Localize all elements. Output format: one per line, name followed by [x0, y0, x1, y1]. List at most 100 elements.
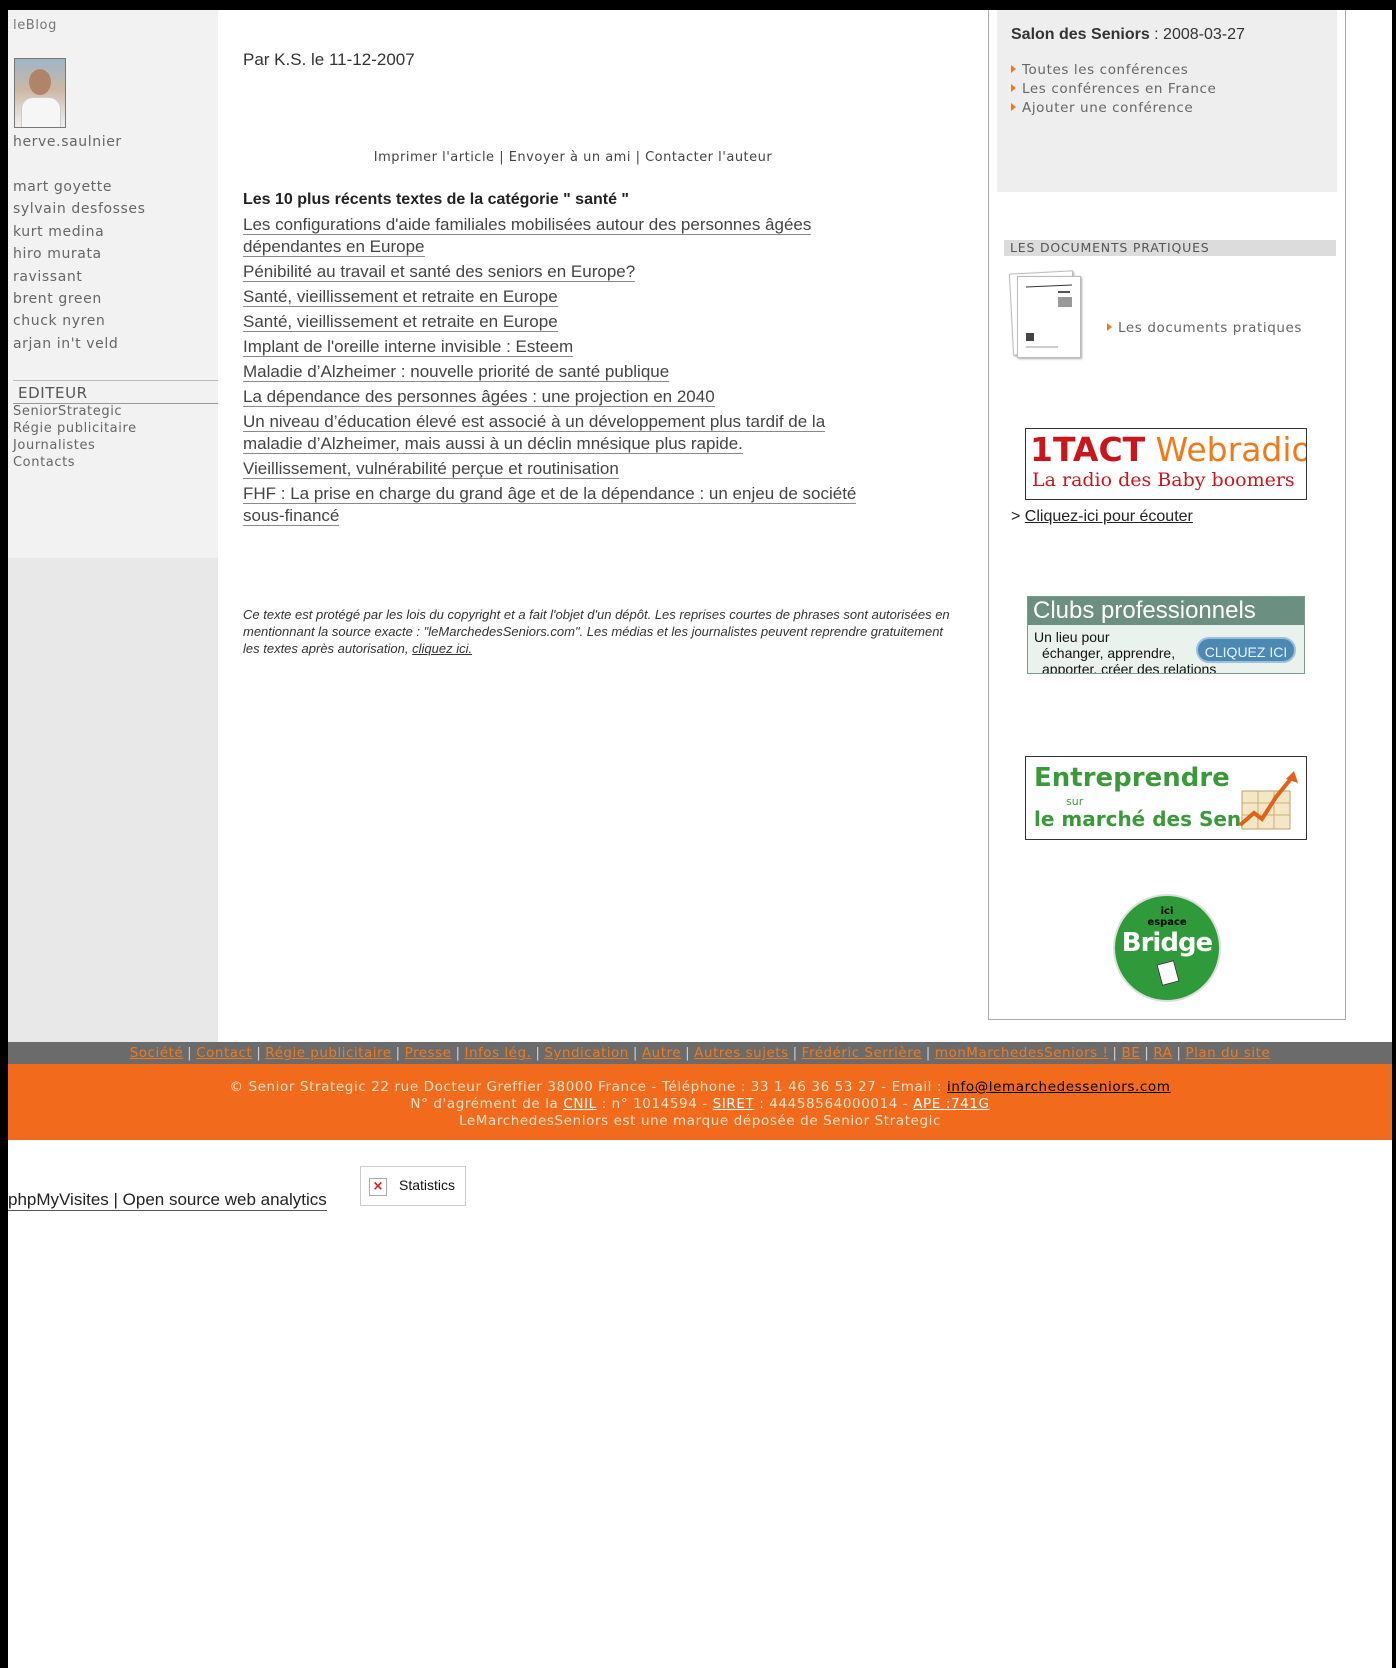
- nav-separator: |: [1144, 1045, 1150, 1061]
- nav-separator: |: [792, 1045, 798, 1061]
- listen-line: > Cliquez-ici pour écouter: [1011, 508, 1193, 526]
- nav-separator: |: [395, 1045, 401, 1061]
- conference-link-add[interactable]: Ajouter une conférence: [1011, 100, 1216, 117]
- salon-name[interactable]: Salon des Seniors: [1011, 26, 1150, 43]
- blogger-link[interactable]: arjan in't veld: [13, 333, 146, 355]
- right-sidebar: Salon des Seniors : 2008-03-27 Toutes le…: [988, 10, 1346, 1020]
- footer-link-contact[interactable]: Contact: [196, 1045, 252, 1061]
- footer-reg-text: : n° 1014594 -: [596, 1096, 713, 1112]
- article-tools: Imprimer l'article | Envoyer à un ami | …: [243, 150, 903, 165]
- editor-link-contacts[interactable]: Contacts: [13, 454, 137, 471]
- footer-link-ra[interactable]: RA: [1153, 1045, 1172, 1061]
- print-article-link[interactable]: Imprimer l'article: [374, 150, 495, 165]
- footer-link-presse[interactable]: Presse: [405, 1045, 452, 1061]
- blogger-link[interactable]: mart goyette: [13, 176, 146, 198]
- footer-link-be[interactable]: BE: [1121, 1045, 1140, 1061]
- clubs-line: Un lieu pour: [1034, 629, 1110, 645]
- broken-image-icon: ×: [369, 1178, 387, 1196]
- nav-separator: |: [455, 1045, 461, 1061]
- blogger-link[interactable]: hiro murata: [13, 243, 146, 265]
- conference-link-all[interactable]: Toutes les conférences: [1011, 62, 1216, 79]
- clubs-banner-title: Clubs professionnels: [1028, 597, 1304, 625]
- documents-thumbnail[interactable]: [1008, 270, 1081, 358]
- recent-article-link[interactable]: Un niveau d’éducation élevé est associé …: [243, 412, 826, 454]
- conference-links: Toutes les conférences Les conférences e…: [1011, 62, 1216, 119]
- footer-link-mon-marche[interactable]: monMarchedesSeniors !: [935, 1045, 1109, 1061]
- recent-article-link[interactable]: Santé, vieillissement et retraite en Eur…: [243, 287, 558, 307]
- blogger-link[interactable]: ravissant: [13, 266, 146, 288]
- entreprendre-title: Entreprendre: [1034, 763, 1230, 793]
- editor-link-regie[interactable]: Régie publicitaire: [13, 420, 137, 437]
- recent-article-link[interactable]: Les configurations d'aide familiales mob…: [243, 215, 812, 257]
- arrow-right-icon: [1011, 103, 1016, 111]
- recent-article-link[interactable]: FHF : La prise en charge du grand âge et…: [243, 484, 857, 526]
- editor-link-journalistes[interactable]: Journalistes: [13, 437, 137, 454]
- blog-brand[interactable]: leBlog: [13, 18, 57, 33]
- document-lines-icon: [1025, 284, 1073, 348]
- footer-reg-text: : 44458564000014 -: [754, 1096, 914, 1112]
- nav-separator: |: [925, 1045, 931, 1061]
- author-name-link[interactable]: herve.saulnier: [13, 134, 122, 150]
- footer-link-frederic[interactable]: Frédéric Serrière: [802, 1045, 922, 1061]
- list-item: Un niveau d’éducation élevé est associé …: [243, 411, 883, 455]
- recent-article-link[interactable]: Maladie d’Alzheimer : nouvelle priorité …: [243, 362, 670, 382]
- footer-link-autres-sujets[interactable]: Autres sujets: [694, 1045, 788, 1061]
- footer-link-autre[interactable]: Autre: [642, 1045, 681, 1061]
- editor-link-seniorstrategic[interactable]: SeniorStrategic: [13, 403, 137, 420]
- conference-link-label: Ajouter une conférence: [1022, 100, 1194, 116]
- list-item: Santé, vieillissement et retraite en Eur…: [243, 311, 883, 333]
- avatar-body-shape: [21, 97, 61, 127]
- avatar-head-shape: [29, 69, 51, 95]
- blogger-link[interactable]: kurt medina: [13, 221, 146, 243]
- nav-separator: |: [1176, 1045, 1182, 1061]
- clubs-banner[interactable]: Clubs professionnels Un lieu pour échang…: [1027, 596, 1305, 674]
- window-frame-right: [1392, 0, 1396, 1668]
- ape-link[interactable]: APE :741G: [913, 1096, 989, 1112]
- webradio-banner[interactable]: 1TACT Webradio La radio des Baby boomers: [1025, 428, 1307, 500]
- salon-date: : 2008-03-27: [1149, 26, 1245, 43]
- siret-link[interactable]: SIRET: [713, 1096, 755, 1112]
- bridge-word: Bridge: [1121, 928, 1213, 958]
- recent-article-link[interactable]: Implant de l'oreille interne invisible :…: [243, 337, 574, 357]
- bridge-small-text: ici espace: [1115, 906, 1219, 928]
- clubs-line: apporter, créer des relations: [1042, 661, 1217, 674]
- list-item: Santé, vieillissement et retraite en Eur…: [243, 286, 883, 308]
- growth-chart-icon: [1238, 771, 1298, 830]
- author-avatar[interactable]: [14, 58, 66, 128]
- editor-links: SeniorStrategic Régie publicitaire Journ…: [13, 403, 137, 471]
- statistics-image-alt: Statistics: [399, 1177, 456, 1193]
- footer-link-syndication[interactable]: Syndication: [544, 1045, 629, 1061]
- conference-link-france[interactable]: Les conférences en France: [1011, 81, 1216, 98]
- footer-link-plan-du-site[interactable]: Plan du site: [1185, 1045, 1270, 1061]
- left-sidebar-panel: leBlog herve.saulnier mart goyette sylva…: [8, 10, 218, 558]
- bridge-logo[interactable]: ici espace Bridge: [1113, 894, 1221, 1002]
- blogger-link[interactable]: brent green: [13, 288, 146, 310]
- list-item: La dépendance des personnes âgées : une …: [243, 386, 883, 408]
- blogger-link[interactable]: sylvain desfosses: [13, 198, 146, 220]
- footer-link-regie[interactable]: Régie publicitaire: [265, 1045, 391, 1061]
- recent-article-link[interactable]: La dépendance des personnes âgées : une …: [243, 387, 715, 407]
- recent-article-link[interactable]: Vieillissement, vulnérabilité perçue et …: [243, 459, 619, 479]
- recent-article-link[interactable]: Pénibilité au travail et santé des senio…: [243, 262, 636, 282]
- clubs-cta-button[interactable]: CLIQUEZ ICI: [1196, 637, 1296, 663]
- send-to-friend-link[interactable]: Envoyer à un ami: [509, 150, 631, 165]
- copyright-authorization-link[interactable]: cliquez ici.: [412, 641, 472, 656]
- footer-address: © Senior Strategic 22 rue Docteur Greffi…: [229, 1079, 947, 1095]
- contact-author-link[interactable]: Contacter l'auteur: [645, 150, 772, 165]
- listen-link[interactable]: Cliquez-ici pour écouter: [1025, 508, 1193, 525]
- footer-link-societe[interactable]: Société: [130, 1045, 183, 1061]
- nav-separator: |: [256, 1045, 262, 1061]
- documents-link[interactable]: Les documents pratiques: [1107, 320, 1302, 336]
- cnil-link[interactable]: CNIL: [563, 1096, 596, 1112]
- footer-link-infos-leg[interactable]: Infos lég.: [465, 1045, 532, 1061]
- entreprendre-banner[interactable]: Entreprendre sur le marché des Seniors: [1025, 756, 1307, 840]
- webradio-tagline: La radio des Baby boomers: [1032, 469, 1295, 491]
- phpmyvisites-link[interactable]: phpMyVisites | Open source web analytics: [8, 1190, 327, 1211]
- footer-email-link[interactable]: info@lemarchedesseniors.com: [947, 1079, 1171, 1095]
- footer-registration-line: N° d'agrément de la CNIL : n° 1014594 - …: [8, 1096, 1392, 1113]
- footer-reg-text: N° d'agrément de la: [410, 1096, 564, 1112]
- footer-address-line: © Senior Strategic 22 rue Docteur Greffi…: [8, 1079, 1392, 1096]
- blogger-link[interactable]: chuck nyren: [13, 310, 146, 332]
- recent-article-link[interactable]: Santé, vieillissement et retraite en Eur…: [243, 312, 558, 332]
- statistics-image[interactable]: × Statistics: [360, 1166, 466, 1206]
